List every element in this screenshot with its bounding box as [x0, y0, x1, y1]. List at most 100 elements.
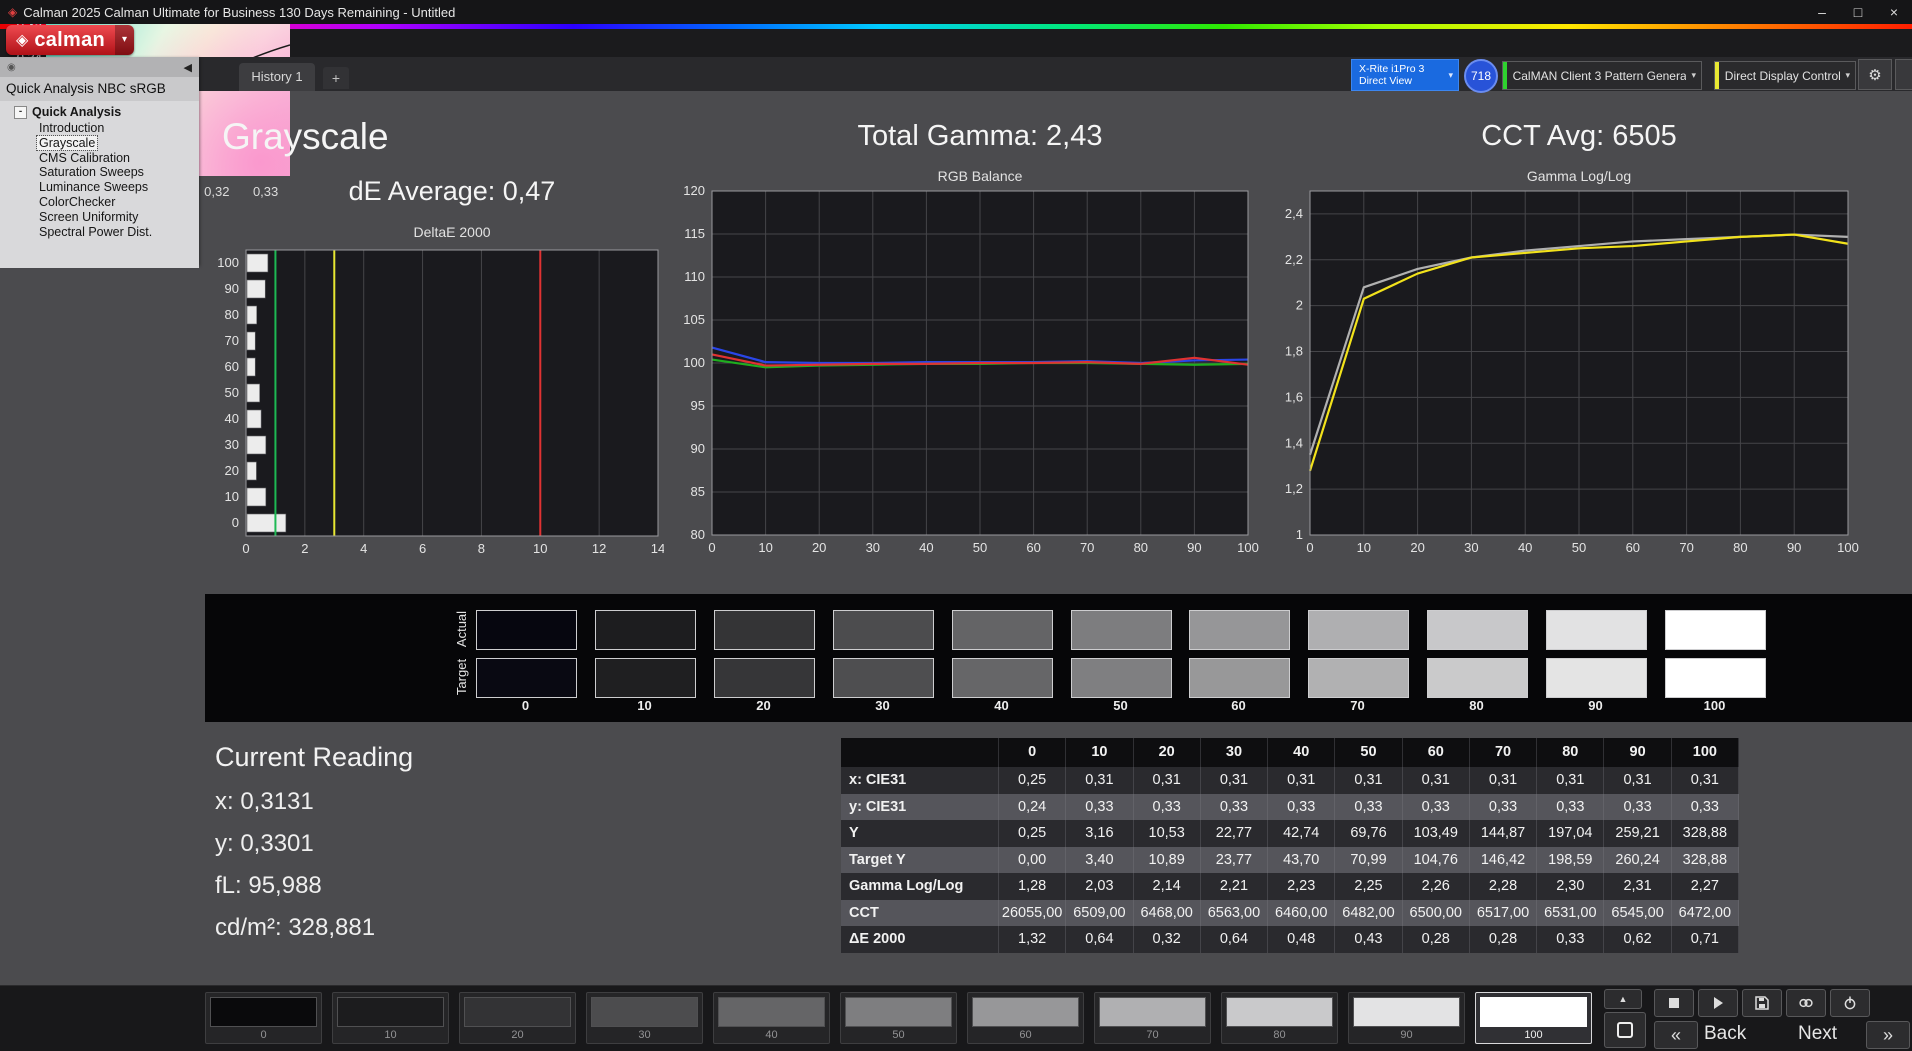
table-row-target-y: Target Y0,003,4010,8923,7743,7070,99104,…: [841, 847, 1739, 874]
back-button[interactable]: «: [1654, 1021, 1698, 1049]
table-row-label: CCT: [841, 900, 999, 927]
svg-text:50: 50: [1572, 540, 1586, 555]
expand-panel-button[interactable]: ▲: [1604, 989, 1642, 1009]
display-control-button[interactable]: Direct Display Control ▾: [1714, 61, 1856, 90]
close-button[interactable]: ×: [1876, 0, 1912, 24]
pattern-tile-90[interactable]: 90: [1348, 992, 1465, 1044]
sidebar-item-introduction[interactable]: Introduction: [0, 121, 199, 136]
pattern-tile-80[interactable]: 80: [1221, 992, 1338, 1044]
table-cell: 0,00: [999, 847, 1066, 874]
table-cell: 0,71: [1672, 926, 1739, 953]
workflow-tree: - Quick Analysis IntroductionGrayscaleCM…: [0, 101, 199, 268]
maximize-button[interactable]: □: [1840, 0, 1876, 24]
link-button[interactable]: [1786, 989, 1826, 1017]
swatch-level-label: 40: [952, 698, 1051, 713]
table-cell: 0,25: [999, 820, 1066, 847]
target-swatch-100: [1665, 658, 1766, 698]
pattern-tile-60[interactable]: 60: [967, 992, 1084, 1044]
table-cell: 1,28: [999, 873, 1066, 900]
table-cell: 0,33: [1134, 794, 1201, 821]
tab-history-1[interactable]: History 1: [239, 63, 315, 91]
pattern-bottom-bar: 01020304050607080 90 100 ▲: [0, 985, 1912, 1051]
svg-text:90: 90: [691, 441, 705, 456]
table-cell: 0,28: [1403, 926, 1470, 953]
pattern-tile-40[interactable]: 40: [713, 992, 830, 1044]
svg-text:100: 100: [217, 255, 239, 270]
swatch-level-label: 80: [1427, 698, 1526, 713]
svg-text:1,2: 1,2: [1285, 481, 1303, 496]
tree-expander-icon[interactable]: -: [14, 106, 27, 119]
table-cell: 2,27: [1672, 873, 1739, 900]
meter-count-badge[interactable]: 718: [1464, 59, 1498, 93]
svg-text:70: 70: [225, 333, 239, 348]
table-column-header: 40: [1268, 738, 1335, 767]
collapse-sidebar-icon[interactable]: ◀: [184, 61, 192, 74]
swatch-level-label: 30: [833, 698, 932, 713]
play-button[interactable]: [1698, 989, 1738, 1017]
actual-swatch-70: [1308, 610, 1409, 650]
power-icon: [1842, 995, 1858, 1011]
pattern-tile-70[interactable]: 70: [1094, 992, 1211, 1044]
table-cell: 0,43: [1335, 926, 1402, 953]
sidebar-root-quick-analysis[interactable]: - Quick Analysis: [0, 104, 199, 121]
svg-text:6: 6: [419, 541, 426, 556]
power-button[interactable]: [1830, 989, 1870, 1017]
table-cell: 2,25: [1335, 873, 1402, 900]
sidebar-item-cms-calibration[interactable]: CMS Calibration: [0, 151, 199, 166]
table-column-header: 70: [1470, 738, 1537, 767]
sidebar-item-spectral-power-dist[interactable]: Spectral Power Dist.: [0, 225, 199, 240]
svg-text:10: 10: [225, 489, 239, 504]
pattern-source-button[interactable]: CalMAN Client 3 Pattern Generator ▾: [1502, 61, 1702, 90]
pattern-tile-50[interactable]: 50: [840, 992, 957, 1044]
sidebar-item-luminance-sweeps[interactable]: Luminance Sweeps: [0, 180, 199, 195]
workflow-title: Quick Analysis NBC sRGB: [0, 77, 199, 101]
sidebar-item-label: CMS Calibration: [37, 151, 132, 165]
svg-text:85: 85: [691, 484, 705, 499]
actual-swatch-20: [714, 610, 815, 650]
minimize-button[interactable]: –: [1804, 0, 1840, 24]
cie-x-tick: 0,32: [195, 184, 239, 199]
save-button[interactable]: [1742, 989, 1782, 1017]
pattern-tile-10[interactable]: 10: [332, 992, 449, 1044]
next-button[interactable]: »: [1866, 1021, 1910, 1049]
play-icon: [1710, 995, 1726, 1011]
panel-edge-button[interactable]: [1895, 59, 1912, 90]
pattern-tile-label: 90: [1349, 1029, 1464, 1041]
calman-diamond-icon: ◈: [16, 30, 28, 50]
pattern-tile-30[interactable]: 30: [586, 992, 703, 1044]
pattern-tile-0[interactable]: 0: [205, 992, 322, 1044]
table-row-label: Y: [841, 820, 999, 847]
pattern-patch: [591, 997, 698, 1027]
sidebar-item-grayscale[interactable]: Grayscale: [0, 136, 199, 151]
calman-menu-button[interactable]: ◈ calman ▾: [6, 25, 134, 55]
next-button-label[interactable]: Next: [1798, 1021, 1837, 1047]
table-cell: 0,33: [1470, 794, 1537, 821]
pattern-tile-100[interactable]: 100: [1475, 992, 1592, 1044]
app-icon: ◈: [8, 5, 17, 19]
sidebar-item-saturation-sweeps[interactable]: Saturation Sweeps: [0, 165, 199, 180]
table-cell: 0,64: [1066, 926, 1133, 953]
target-row-label: Target: [453, 647, 469, 707]
svg-text:100: 100: [1837, 540, 1859, 555]
add-tab-button[interactable]: +: [323, 67, 349, 89]
sidebar-item-label: Spectral Power Dist.: [37, 225, 154, 239]
back-button-label[interactable]: Back: [1704, 1021, 1746, 1047]
table-cell: 2,03: [1066, 873, 1133, 900]
pattern-tile-20[interactable]: 20: [459, 992, 576, 1044]
svg-text:115: 115: [684, 226, 705, 241]
svg-text:80: 80: [1733, 540, 1747, 555]
table-column-header: 80: [1537, 738, 1604, 767]
chevron-down-icon: ▾: [1443, 70, 1458, 81]
settings-gear-button[interactable]: ⚙: [1858, 59, 1892, 90]
de-average-readout: dE Average: 0,47: [246, 176, 658, 207]
sidebar-item-screen-uniformity[interactable]: Screen Uniformity: [0, 210, 199, 225]
table-cell: 6531,00: [1537, 900, 1604, 927]
table-cell: 144,87: [1470, 820, 1537, 847]
pattern-window-button[interactable]: [1604, 1012, 1646, 1048]
sidebar-item-colorchecker[interactable]: ColorChecker: [0, 195, 199, 210]
meter-select-button[interactable]: X-Rite i1Pro 3 Direct View ▾: [1351, 59, 1459, 91]
pattern-tile-label: 100: [1476, 1029, 1591, 1041]
table-cell: 6509,00: [1066, 900, 1133, 927]
svg-text:20: 20: [812, 540, 826, 555]
stop-button[interactable]: [1654, 989, 1694, 1017]
